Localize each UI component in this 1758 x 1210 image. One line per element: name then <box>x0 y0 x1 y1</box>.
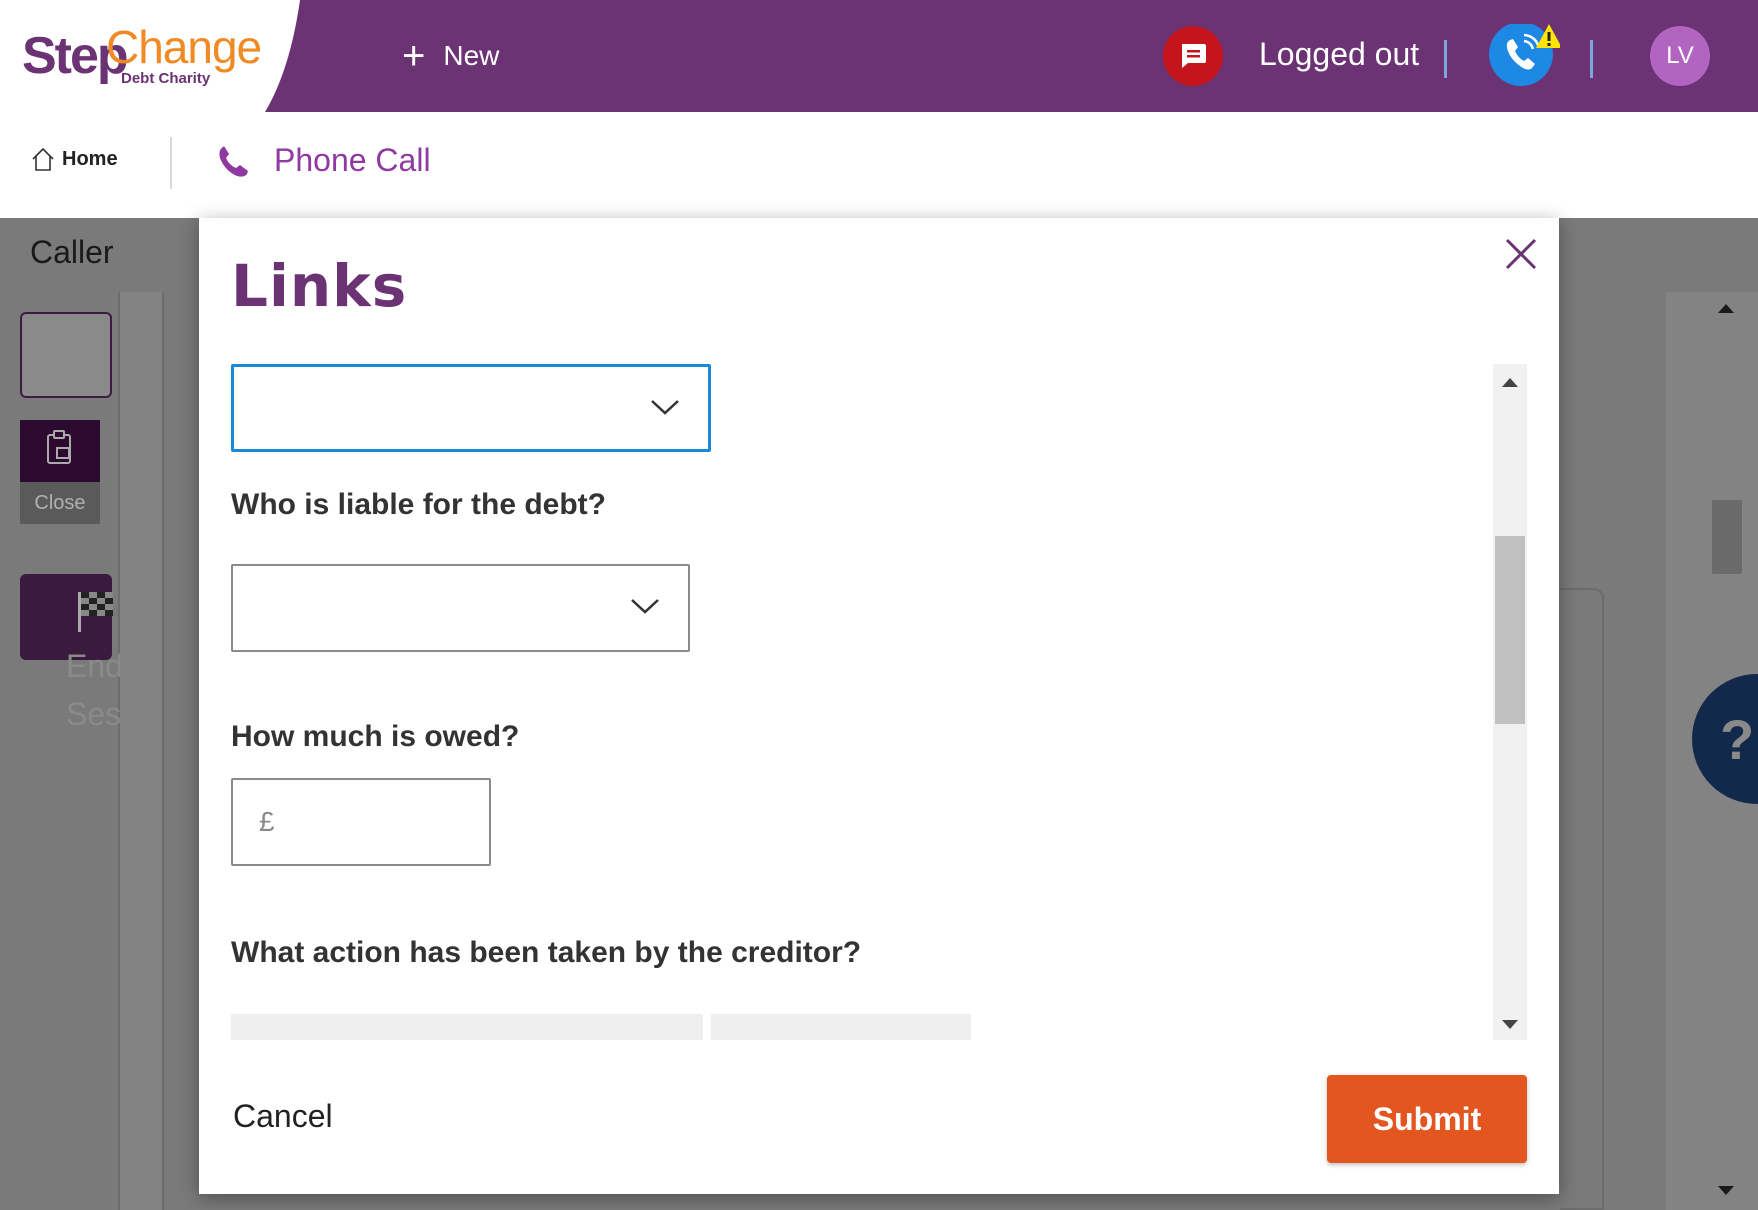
softphone-status-button[interactable] <box>1488 22 1562 86</box>
close-dialog-button[interactable] <box>1499 232 1543 276</box>
owed-question-label: How much is owed? <box>231 720 520 753</box>
scroll-up-arrow[interactable] <box>1502 378 1518 387</box>
close-icon <box>1505 238 1537 270</box>
liable-select[interactable] <box>231 564 690 652</box>
scroll-down-arrow[interactable] <box>1502 1020 1518 1029</box>
breadcrumb-bar: Home Phone Call <box>0 112 1758 218</box>
end-session-label: End Session <box>66 648 120 732</box>
chat-status-button[interactable] <box>1163 26 1223 86</box>
cancel-button[interactable]: Cancel <box>233 1098 333 1135</box>
header-divider <box>1590 40 1593 78</box>
home-icon <box>32 147 54 171</box>
new-button[interactable]: + New <box>402 34 499 78</box>
form-scrollbar[interactable] <box>1493 364 1527 1040</box>
phone-icon <box>219 145 248 177</box>
user-avatar[interactable]: LV <box>1650 26 1710 86</box>
presence-status-text[interactable]: Logged out <box>1259 36 1419 73</box>
new-button-label: New <box>443 40 500 71</box>
amount-owed-input[interactable] <box>285 794 475 850</box>
currency-symbol: £ <box>259 806 275 837</box>
page-scroll-down-arrow <box>1718 1186 1734 1195</box>
header-divider <box>1444 40 1447 78</box>
home-link[interactable]: Home <box>30 146 118 172</box>
submit-button-label: Submit <box>1372 1100 1482 1137</box>
current-page-phone-call: Phone Call <box>216 142 431 179</box>
chevron-down-icon <box>631 599 659 614</box>
close-tile: Close <box>20 420 100 524</box>
creditor-action-option-placeholder <box>231 1014 703 1040</box>
logo-change-text: Change <box>106 21 262 73</box>
main-content-card <box>1560 588 1604 1210</box>
phone-warning-icon <box>1489 22 1562 86</box>
logo-area: Step Change Debt Charity <box>0 0 300 112</box>
amount-owed-field[interactable]: £ <box>231 778 491 866</box>
chat-icon <box>1182 44 1206 68</box>
scrollbar-thumb[interactable] <box>1495 536 1525 724</box>
clipboard-icon <box>47 430 71 464</box>
submit-button[interactable]: Submit <box>1327 1075 1527 1163</box>
links-dialog: Links Who is liable for the debt? How mu… <box>199 218 1559 1194</box>
dialog-title: Links <box>231 252 408 320</box>
help-icon: ? <box>1720 707 1755 771</box>
creditor-action-option-placeholder <box>711 1014 971 1040</box>
breadcrumb-divider <box>170 137 172 189</box>
form-scroll-area[interactable]: Who is liable for the debt? How much is … <box>231 364 1496 1040</box>
home-label: Home <box>62 147 118 170</box>
page-scroll-up-arrow <box>1718 304 1734 313</box>
checkered-flag-icon <box>78 592 113 632</box>
chevron-down-icon <box>651 400 679 415</box>
caller-card <box>20 312 112 398</box>
plus-icon: + <box>402 34 426 78</box>
current-page-label: Phone Call <box>274 142 431 178</box>
top-header: Step Change Debt Charity + New Logged ou… <box>0 0 1758 112</box>
left-secondary-rail <box>120 292 164 1210</box>
logo-subtitle: Debt Charity <box>121 70 211 87</box>
liable-question-label: Who is liable for the debt? <box>231 488 606 521</box>
caller-label: Caller <box>30 234 114 270</box>
page-scrollbar-thumb <box>1712 500 1742 574</box>
creditor-action-question-label: What action has been taken by the credit… <box>231 936 862 969</box>
caller-panel-header: Caller <box>0 218 200 292</box>
debt-type-select[interactable] <box>231 364 711 452</box>
close-tile-label: Close <box>20 482 100 524</box>
